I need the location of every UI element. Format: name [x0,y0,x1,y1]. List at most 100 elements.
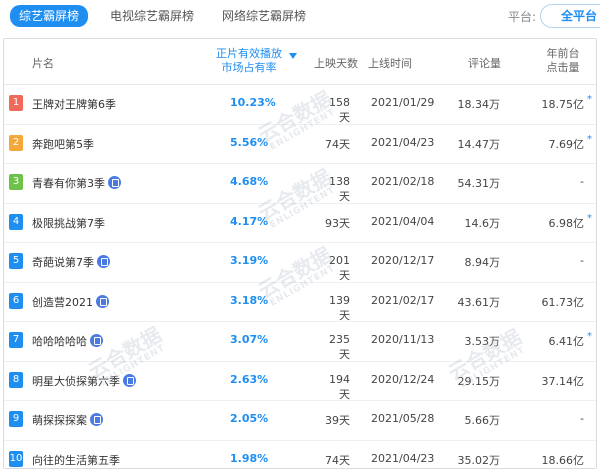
hits-value: 6.98亿 [548,216,585,230]
release-date-value: 2021/05/28 [371,412,435,425]
header-market-share-line1: 正片有效播放 [216,47,282,60]
days-value: 39天 [325,414,350,427]
header-hits: 年前台 点击量 [540,47,586,75]
days-value: 74天 [325,453,350,467]
show-title-cell[interactable]: 极限挑战第7季 [32,215,105,231]
show-title: 奔跑吧第5季 [32,137,94,151]
days-value: 74天 [325,137,350,151]
show-title-cell[interactable]: 奔跑吧第5季 [32,136,94,152]
header-hits-line2: 点击量 [546,61,580,74]
table-row[interactable]: 3 青春有你第3季 4.68% 138天 2021/02/18 54.31万 - [4,164,596,204]
hits-value: 6.41亿 [548,335,585,348]
platform-tag-icon [96,294,109,308]
release-date-value: 2021/02/18 [371,175,435,188]
days-value: 93天 [325,216,350,230]
rank-badge: 1 [9,95,23,111]
hits-value: 18.75亿 [541,98,585,111]
comments-value: 3.53万 [464,335,501,348]
show-title-cell[interactable]: 哈哈哈哈哈 [32,333,103,349]
header-title: 片名 [32,57,54,70]
ranking-table: 片名 正片有效播放 市场占有率 上映天数 上线时间 评论量 年前台 点击量 1王… [3,38,597,469]
rank-badge: 7 [9,332,23,348]
hits-value: - [580,412,584,425]
table-row[interactable]: 9 萌探探探案 2.05% 39天 2021/05/28 5.66万 - [4,401,596,441]
market-share-value: 2.05% [230,412,269,425]
comments-value: 35.02万 [457,453,501,467]
top-tab-bar: 综艺霸屏榜 电视综艺霸屏榜 网络综艺霸屏榜 平台: 全平台 [0,0,600,32]
table-row[interactable]: 5 奇葩说第7季 3.19% 201天 2020/12/17 8.94万 - [4,243,596,283]
show-title-cell[interactable]: 青春有你第3季 [32,175,121,191]
comments-value: 5.66万 [464,414,501,427]
hits-value: 37.14亿 [541,374,585,388]
header-days: 上映天数 [314,57,358,70]
sort-desc-icon[interactable] [289,53,297,59]
release-date-value: 2020/12/24 [371,372,435,386]
estimate-star-icon: * [587,212,592,224]
hits-value: - [580,175,584,188]
comments-value: 8.94万 [464,256,501,269]
show-title-cell[interactable]: 创造营2021 [32,294,109,310]
estimate-star-icon: * [587,331,592,342]
tab-variety-ranking[interactable]: 综艺霸屏榜 [10,5,89,27]
rank-badge: 4 [9,213,23,230]
show-title: 青春有你第3季 [32,177,105,190]
header-market-share[interactable]: 正片有效播放 市场占有率 [210,47,288,75]
market-share-value: 3.19% [230,254,269,267]
table-row[interactable]: 8 明星大侦探第六季 2.63% 194天 2020/12/24 29.15万 37.14亿 [4,362,596,401]
show-title-cell[interactable]: 向往的生活第五季 [32,452,120,468]
hits-value: 18.66亿 [541,453,585,467]
show-title: 向往的生活第五季 [32,453,120,467]
market-share-value: 2.63% [230,372,269,386]
show-title: 王牌对王牌第6季 [32,98,116,111]
market-share-value: 1.98% [230,451,269,465]
days-value: 235天 [329,333,350,361]
rank-badge: 9 [9,411,23,427]
table-header: 片名 正片有效播放 市场占有率 上映天数 上线时间 评论量 年前台 点击量 [4,39,596,85]
table-row[interactable]: 10 向往的生活第五季 1.98% 74天 2021/04/23 35.02万 18.66亿 [4,441,596,469]
show-title-cell[interactable]: 奇葩说第7季 [32,254,110,270]
release-date-value: 2021/01/29 [371,96,435,109]
release-date-value: 2021/02/17 [371,293,435,307]
rank-badge: 5 [9,253,23,269]
release-date-value: 2021/04/23 [371,451,435,465]
header-hits-line1: 年前台 [546,47,580,60]
comments-value: 54.31万 [457,177,501,190]
release-date-value: 2020/11/13 [371,333,435,346]
platform-selector[interactable]: 全平台 [540,4,600,28]
market-share-value: 4.17% [230,214,269,228]
show-title: 奇葩说第7季 [32,256,94,269]
market-share-value: 3.18% [230,293,269,307]
platform-label: 平台: [507,10,536,24]
show-title: 萌探探探案 [32,414,87,427]
show-title-cell[interactable]: 王牌对王牌第6季 [32,96,116,112]
show-title: 哈哈哈哈哈 [32,335,87,348]
platform-tag-icon [97,255,110,268]
hits-value: 61.73亿 [541,295,585,309]
comments-value: 43.61万 [457,295,501,309]
header-release-date: 上线时间 [368,57,412,70]
release-date-value: 2021/04/23 [371,135,435,149]
tab-tv-variety-ranking[interactable]: 电视综艺霸屏榜 [110,6,194,26]
platform-tag-icon [90,413,103,426]
hits-value: 7.69亿 [548,137,585,151]
show-title: 创造营2021 [32,295,93,309]
release-date-value: 2020/12/17 [371,254,435,267]
show-title-cell[interactable]: 萌探探探案 [32,412,103,428]
market-share-value: 4.68% [230,175,269,188]
comments-value: 18.34万 [457,98,501,111]
comments-value: 14.47万 [457,137,501,151]
market-share-value: 5.56% [230,135,269,149]
header-market-share-line2: 市场占有率 [221,61,277,74]
market-share-value: 10.23% [230,96,276,109]
platform-tag-icon [90,334,103,347]
days-value: 194天 [329,372,350,401]
table-row[interactable]: 1 王牌对王牌第6季 10.23% 158天 2021/01/29 18.34万 18.75… [4,85,596,125]
tab-web-variety-ranking[interactable]: 网络综艺霸屏榜 [222,6,306,26]
hits-value: - [580,254,584,267]
rank-badge: 3 [9,174,23,190]
comments-value: 14.6万 [464,216,501,230]
estimate-star-icon: * [587,94,592,105]
show-title: 极限挑战第7季 [32,216,105,230]
rank-badge: 8 [9,371,23,388]
rank-badge: 2 [9,134,23,151]
